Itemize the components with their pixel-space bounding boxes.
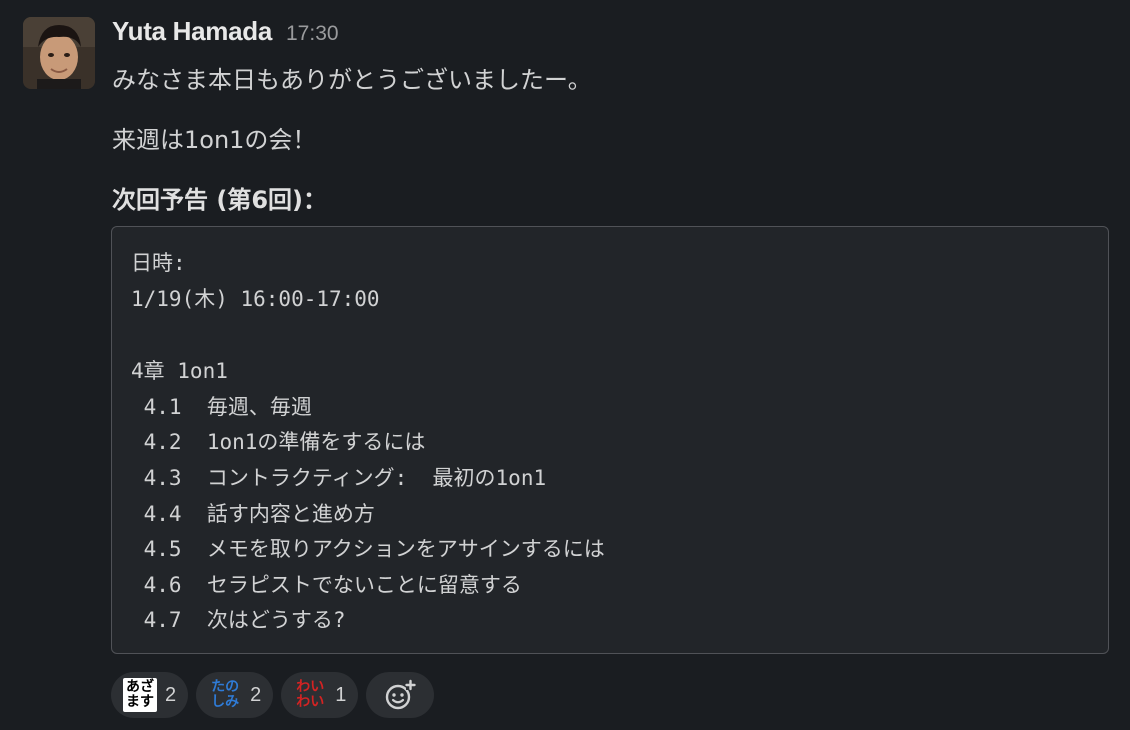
message-header: Yuta Hamada 17:30 — [112, 16, 339, 50]
code-block: 日時: 1/19(木) 16:00-17:00 4章 1on1 4.1 毎週、毎… — [111, 226, 1109, 654]
reaction-azamasu[interactable]: あざ ます 2 — [111, 672, 189, 718]
reaction-count: 1 — [335, 683, 347, 706]
reaction-waiwai[interactable]: わい わい 1 — [281, 672, 359, 718]
code-line: 4.5 メモを取りアクションをアサインするには — [131, 537, 605, 561]
message-line-bold: 次回予告 (第6回)： — [112, 186, 327, 214]
code-line: 1/19(木) 16:00-17:00 — [131, 287, 380, 311]
code-line: 4.1 毎週、毎週 — [131, 395, 312, 419]
code-line: 4.4 話す内容と進め方 — [131, 502, 375, 526]
message-line: 来週は1on1の会！ — [112, 126, 317, 154]
code-line: 4章 1on1 — [131, 359, 228, 383]
waiwai-emoji-icon: わい わい — [296, 679, 325, 710]
add-reaction-button[interactable] — [366, 672, 435, 718]
code-line: 4.7 次はどうする? — [131, 608, 346, 632]
avatar-photo — [23, 17, 95, 89]
author-name[interactable]: Yuta Hamada — [112, 16, 272, 47]
add-reaction-icon — [386, 679, 417, 710]
azamasu-emoji-icon: あざ ます — [123, 678, 157, 712]
avatar[interactable] — [23, 17, 95, 89]
message-line: みなさま本日もありがとうございましたー。 — [112, 66, 592, 94]
reactions-bar: あざ ます 2 たの しみ 2 わい わい 1 — [111, 672, 435, 718]
reaction-count: 2 — [250, 683, 262, 706]
code-line: 4.2 1on1の準備をするには — [131, 430, 426, 454]
message-timestamp[interactable]: 17:30 — [286, 22, 339, 46]
reaction-count: 2 — [165, 683, 177, 706]
code-line: 4.6 セラピストでないことに留意する — [131, 573, 522, 597]
reaction-tanoshimi[interactable]: たの しみ 2 — [196, 672, 274, 718]
code-line: 4.3 コントラクティング: 最初の1on1 — [131, 466, 547, 490]
tanoshimi-emoji-icon: たの しみ — [211, 679, 240, 710]
code-line: 日時: — [131, 251, 186, 275]
